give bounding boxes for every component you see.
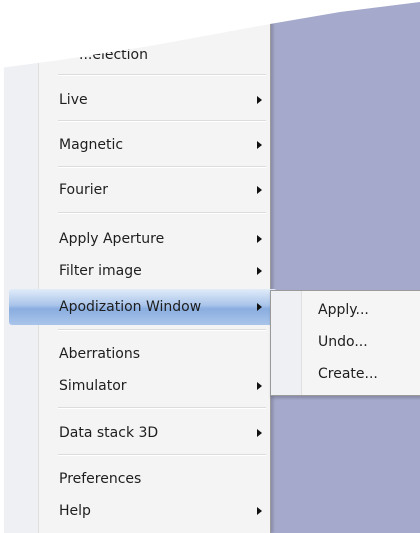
torn-edge-overlay: [0, 0, 420, 68]
submenu-arrow-icon: [257, 141, 262, 149]
menu-item-label: Preferences: [59, 471, 142, 487]
menu-separator: [58, 120, 266, 122]
menu-item-help[interactable]: Help: [38, 496, 270, 526]
menu-item-filter-image[interactable]: Filter image: [38, 256, 270, 286]
submenu-item-undo[interactable]: Undo...: [318, 330, 368, 354]
menu-item-label: Filter image: [59, 263, 142, 279]
menu-item-simulator[interactable]: Simulator: [38, 371, 270, 401]
menu-item-label: Data stack 3D: [59, 425, 159, 441]
menu-item-label: Help: [59, 503, 91, 519]
submenu-arrow-icon: [257, 267, 262, 275]
menu-separator: [58, 212, 266, 214]
menu-item-label: Simulator: [59, 378, 127, 394]
menu-item-label: Magnetic: [59, 137, 124, 153]
submenu-arrow-icon: [257, 429, 262, 437]
menu-item-apodization-window[interactable]: Apodization Window: [38, 292, 270, 322]
screenshot-stage: ...election Live Magnetic Fourier Apply …: [0, 0, 420, 533]
submenu-arrow-icon: [257, 235, 262, 243]
menu-item-apply-aperture[interactable]: Apply Aperture: [38, 224, 270, 254]
submenu-item-label: Undo...: [318, 334, 368, 350]
menu-separator: [58, 407, 266, 409]
submenu-item-apply[interactable]: Apply...: [318, 298, 369, 322]
menu-separator: [58, 454, 266, 456]
submenu-item-create[interactable]: Create...: [318, 362, 378, 386]
menu-item-label: Apply Aperture: [59, 231, 165, 247]
menu-item-label: Fourier: [59, 182, 109, 198]
menu-item-preferences[interactable]: Preferences: [38, 464, 270, 494]
menu-item-magnetic[interactable]: Magnetic: [38, 130, 270, 160]
menu-separator: [58, 329, 266, 331]
menu-item-label: Apodization Window: [59, 299, 202, 315]
submenu-item-label: Create...: [318, 366, 378, 382]
menu-item-fourier[interactable]: Fourier: [38, 175, 270, 205]
submenu-arrow-icon: [257, 382, 262, 390]
submenu-item-label: Apply...: [318, 302, 369, 318]
submenu-icon-gutter: [271, 291, 302, 395]
menu-separator: [58, 166, 266, 168]
menu-item-data-stack-3d[interactable]: Data stack 3D: [38, 418, 270, 448]
menu-item-aberrations[interactable]: Aberrations: [38, 339, 270, 369]
submenu-arrow-icon: [257, 96, 262, 104]
submenu-arrow-icon: [257, 186, 262, 194]
submenu-arrow-icon: [257, 303, 262, 311]
apodization-submenu: Apply... Undo... Create...: [270, 290, 420, 396]
menu-item-label: Aberrations: [59, 346, 141, 362]
submenu-arrow-icon: [257, 507, 262, 515]
